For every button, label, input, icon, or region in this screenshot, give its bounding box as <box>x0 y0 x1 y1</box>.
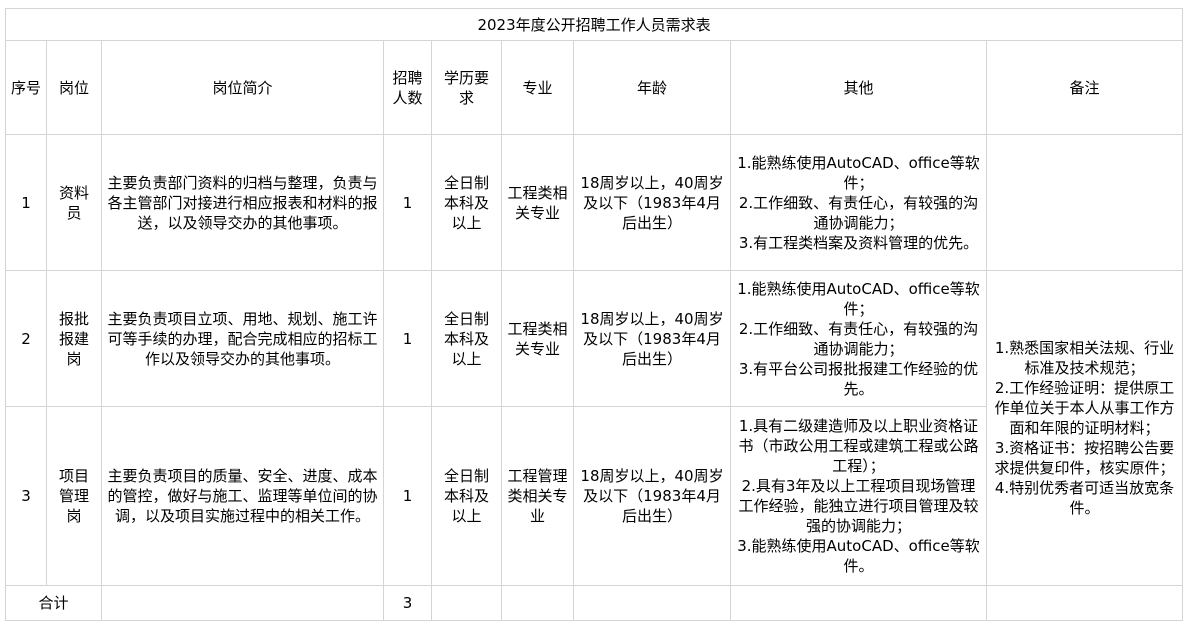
header-seq: 序号 <box>5 40 47 135</box>
recruitment-table-sheet: 2023年度公开招聘工作人员需求表 序号 岗位 岗位简介 招聘人数 学历要求 专… <box>4 8 1184 621</box>
cell-major: 工程类相关专业 <box>501 270 574 407</box>
header-remark: 备注 <box>985 40 1184 135</box>
header-intro: 岗位简介 <box>101 40 384 135</box>
table-title: 2023年度公开招聘工作人员需求表 <box>4 8 1184 41</box>
cell-empty <box>573 585 731 621</box>
cell-other: 1.能熟练使用AutoCAD、office等软件； 2.工作细致、有责任心，有较… <box>730 270 987 407</box>
cell-other: 1.能熟练使用AutoCAD、office等软件； 2.工作细致、有责任心，有较… <box>730 134 987 271</box>
cell-education: 全日制本科及以上 <box>431 270 502 407</box>
cell-seq: 1 <box>5 134 47 271</box>
cell-empty <box>985 585 1184 621</box>
header-major: 专业 <box>501 40 574 135</box>
cell-count: 1 <box>383 270 432 407</box>
cell-other: 1.具有二级建造师及以上职业资格证书（市政公用工程或建筑工程或公路工程）； 2.… <box>730 406 987 586</box>
cell-remark-empty <box>985 134 1184 271</box>
cell-intro: 主要负责项目的质量、安全、进度、成本的管控，做好与施工、监理等单位间的协调，以及… <box>101 406 384 586</box>
cell-seq: 2 <box>5 270 47 407</box>
cell-position: 项目管理岗 <box>46 406 102 586</box>
header-other: 其他 <box>730 40 987 135</box>
cell-age: 18周岁以上，40周岁及以下（1983年4月后出生） <box>573 134 731 271</box>
total-label: 合计 <box>5 585 102 621</box>
recruitment-table: 2023年度公开招聘工作人员需求表 序号 岗位 岗位简介 招聘人数 学历要求 专… <box>4 8 1184 621</box>
header-education: 学历要求 <box>431 40 502 135</box>
header-count: 招聘人数 <box>383 40 432 135</box>
cell-count: 1 <box>383 134 432 271</box>
cell-empty <box>431 585 502 621</box>
cell-seq: 3 <box>5 406 47 586</box>
cell-age: 18周岁以上，40周岁及以下（1983年4月后出生） <box>573 270 731 407</box>
cell-education: 全日制本科及以上 <box>431 134 502 271</box>
cell-position: 资料员 <box>46 134 102 271</box>
header-row: 序号 岗位 岗位简介 招聘人数 学历要求 专业 年龄 其他 备注 <box>5 40 1184 135</box>
cell-intro: 主要负责部门资料的归档与整理，负责与各主管部门对接进行相应报表和材料的报送，以及… <box>101 134 384 271</box>
header-age: 年龄 <box>573 40 731 135</box>
cell-remark: 1.熟悉国家相关法规、行业标准及技术规范； 2.工作经验证明：提供原工作单位关于… <box>985 270 1184 586</box>
cell-empty <box>101 585 384 621</box>
cell-empty <box>730 585 987 621</box>
cell-major: 工程类相关专业 <box>501 134 574 271</box>
table-row: 1 资料员 主要负责部门资料的归档与整理，负责与各主管部门对接进行相应报表和材料… <box>5 134 1184 271</box>
cell-age: 18周岁以上，40周岁及以下（1983年4月后出生） <box>573 406 731 586</box>
cell-position: 报批报建岗 <box>46 270 102 407</box>
total-row: 合计 3 <box>5 585 1184 621</box>
cell-education: 全日制本科及以上 <box>431 406 502 586</box>
cell-intro: 主要负责项目立项、用地、规划、施工许可等手续的办理，配合完成相应的招标工作以及领… <box>101 270 384 407</box>
cell-major: 工程管理类相关专业 <box>501 406 574 586</box>
table-row: 2 报批报建岗 主要负责项目立项、用地、规划、施工许可等手续的办理，配合完成相应… <box>5 270 1184 586</box>
header-position: 岗位 <box>46 40 102 135</box>
cell-empty <box>501 585 574 621</box>
total-count: 3 <box>383 585 432 621</box>
cell-count: 1 <box>383 406 432 586</box>
